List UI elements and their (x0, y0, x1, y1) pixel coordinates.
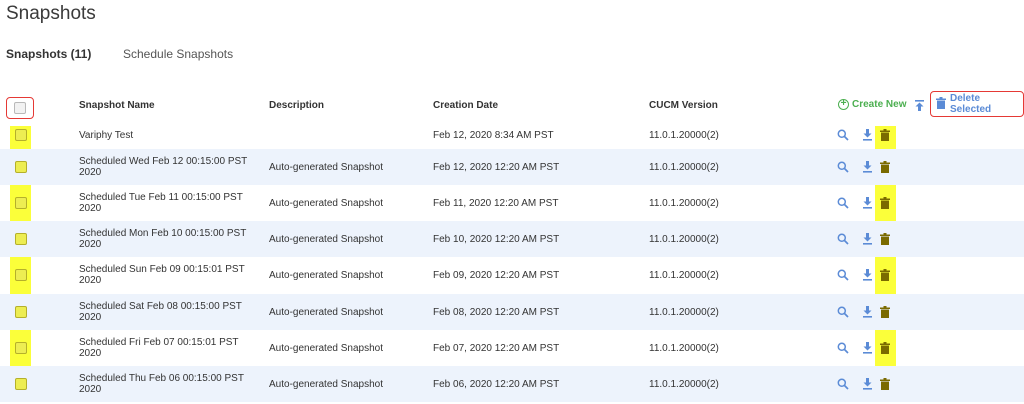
table-row: Scheduled Mon Feb 10 00:15:00 PST 2020 Au… (0, 221, 1024, 257)
cucm-version: 11.0.1.20000(2) (649, 129, 719, 141)
trash-icon[interactable] (878, 127, 892, 143)
row-checkbox[interactable] (15, 161, 27, 173)
create-new-button[interactable]: + Create New (838, 99, 906, 110)
header-description[interactable]: Description (269, 90, 324, 120)
table-row: Scheduled Fri Feb 07 00:15:01 PST 2020 Au… (0, 330, 1024, 366)
page-title: Snapshots (6, 3, 96, 24)
creation-date: Feb 09, 2020 12:20 AM PST (433, 269, 560, 281)
creation-date: Feb 06, 2020 12:20 AM PST (433, 378, 560, 390)
header-snapshot-name[interactable]: Snapshot Name (79, 90, 155, 120)
table-row: Scheduled Thu Feb 06 00:15:00 PST 2020 Au… (0, 366, 1024, 402)
snapshot-description: Auto-generated Snapshot (269, 378, 383, 390)
download-icon[interactable] (860, 376, 874, 392)
download-icon[interactable] (860, 340, 874, 356)
row-checkbox[interactable] (15, 342, 27, 354)
row-checkbox[interactable] (15, 378, 27, 390)
trash-icon[interactable] (878, 159, 892, 175)
upload-icon[interactable] (914, 99, 925, 117)
creation-date: Feb 11, 2020 12:20 AM PST (433, 197, 559, 209)
snapshot-name[interactable]: Scheduled Mon Feb 10 00:15:00 PST 2020 (79, 221, 249, 257)
download-icon[interactable] (860, 127, 874, 143)
creation-date: Feb 08, 2020 12:20 AM PST (433, 306, 560, 318)
search-icon[interactable] (836, 195, 850, 211)
snapshot-name[interactable]: Scheduled Fri Feb 07 00:15:01 PST 2020 (79, 330, 249, 366)
creation-date: Feb 12, 2020 12:20 AM PST (433, 161, 560, 173)
trash-icon[interactable] (878, 304, 892, 320)
download-icon[interactable] (860, 304, 874, 320)
search-icon[interactable] (836, 340, 850, 356)
search-icon[interactable] (836, 267, 850, 283)
trash-icon[interactable] (878, 340, 892, 356)
creation-date: Feb 12, 2020 8:34 AM PST (433, 129, 554, 141)
delete-selected-button[interactable]: Delete Selected (930, 91, 1024, 117)
snapshot-description: Auto-generated Snapshot (269, 197, 383, 209)
table-row: Scheduled Tue Feb 11 00:15:00 PST 2020 Au… (0, 185, 1024, 221)
trash-icon (936, 96, 946, 112)
trash-icon[interactable] (878, 267, 892, 283)
trash-icon[interactable] (878, 376, 892, 392)
table-row: Scheduled Sat Feb 08 00:15:00 PST 2020 Au… (0, 294, 1024, 330)
snapshot-name[interactable]: Variphy Test (79, 117, 249, 153)
table-row: Variphy Test Feb 12, 2020 8:34 AM PST 11.0… (0, 117, 1024, 153)
cucm-version: 11.0.1.20000(2) (649, 306, 719, 318)
table-row: Scheduled Sun Feb 09 00:15:01 PST 2020 Au… (0, 257, 1024, 293)
row-checkbox[interactable] (15, 269, 27, 281)
tabs: Snapshots (11) Schedule Snapshots (6, 47, 233, 65)
row-checkbox[interactable] (15, 129, 27, 141)
snapshot-name[interactable]: Scheduled Tue Feb 11 00:15:00 PST 2020 (79, 185, 249, 221)
trash-icon[interactable] (878, 231, 892, 247)
snapshot-description: Auto-generated Snapshot (269, 306, 383, 318)
row-checkbox[interactable] (15, 197, 27, 209)
cucm-version: 11.0.1.20000(2) (649, 197, 719, 209)
snapshot-name[interactable]: Scheduled Thu Feb 06 00:15:00 PST 2020 (79, 366, 249, 402)
snapshot-name[interactable]: Scheduled Sun Feb 09 00:15:01 PST 2020 (79, 257, 249, 293)
cucm-version: 11.0.1.20000(2) (649, 161, 719, 173)
table-row: Scheduled Wed Feb 12 00:15:00 PST 2020 Au… (0, 149, 1024, 185)
creation-date: Feb 10, 2020 12:20 AM PST (433, 233, 560, 245)
search-icon[interactable] (836, 159, 850, 175)
trash-icon[interactable] (878, 195, 892, 211)
search-icon[interactable] (836, 127, 850, 143)
snapshot-name[interactable]: Scheduled Wed Feb 12 00:15:00 PST 2020 (79, 149, 249, 185)
header-creation-date[interactable]: Creation Date (433, 90, 498, 120)
row-checkbox[interactable] (15, 233, 27, 245)
cucm-version: 11.0.1.20000(2) (649, 269, 719, 281)
download-icon[interactable] (860, 195, 874, 211)
header-cucm-version[interactable]: CUCM Version (649, 90, 718, 120)
creation-date: Feb 07, 2020 12:20 AM PST (433, 342, 560, 354)
download-icon[interactable] (860, 231, 874, 247)
snapshot-description: Auto-generated Snapshot (269, 269, 383, 281)
download-icon[interactable] (860, 159, 874, 175)
snapshot-description: Auto-generated Snapshot (269, 233, 383, 245)
plus-circle-icon: + (838, 99, 849, 110)
snapshot-name[interactable]: Scheduled Sat Feb 08 00:15:00 PST 2020 (79, 294, 249, 330)
cucm-version: 11.0.1.20000(2) (649, 378, 719, 390)
snapshot-description: Auto-generated Snapshot (269, 161, 383, 173)
create-new-label: Create New (852, 99, 907, 110)
download-icon[interactable] (860, 267, 874, 283)
cucm-version: 11.0.1.20000(2) (649, 233, 719, 245)
delete-selected-label: Delete Selected (950, 93, 992, 115)
search-icon[interactable] (836, 376, 850, 392)
cucm-version: 11.0.1.20000(2) (649, 342, 719, 354)
snapshot-description: Auto-generated Snapshot (269, 342, 383, 354)
tab-schedule-snapshots[interactable]: Schedule Snapshots (123, 47, 233, 65)
row-checkbox[interactable] (15, 306, 27, 318)
search-icon[interactable] (836, 304, 850, 320)
search-icon[interactable] (836, 231, 850, 247)
tab-snapshots[interactable]: Snapshots (11) (6, 47, 123, 65)
